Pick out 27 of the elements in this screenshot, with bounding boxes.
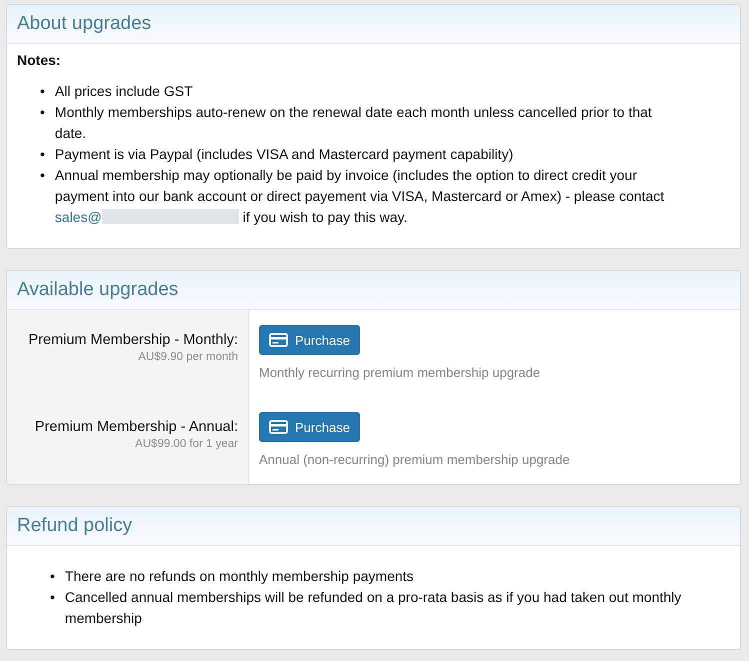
list-item-text: There are no refunds on monthly membership payments <box>64 567 414 586</box>
bullet: • <box>40 82 45 101</box>
credit-card-icon <box>269 420 288 434</box>
purchase-button[interactable]: Purchase <box>259 325 360 355</box>
upgrade-description: Monthly recurring premium membership upgrade <box>259 365 542 380</box>
panel-title: Available upgrades <box>17 279 178 301</box>
bullet: • <box>40 166 45 185</box>
upgrade-description: Annual (non-recurring) premium membership upgrade <box>259 452 571 467</box>
list-item-text: Monthly memberships auto-renew on the renewal date each month unless cancelled prior to that date. <box>54 103 653 143</box>
email-link[interactable]: sales@ <box>54 209 102 225</box>
membership-name: Premium Membership - Annual: <box>34 419 238 435</box>
purchase-button[interactable]: Purchase <box>259 412 360 442</box>
panel-title: Refund policy <box>17 515 132 537</box>
list-item-text: Annual membership may optionally be paid by invoice (includes the option to direct credit your payment into our bank account or direct payement via VISA, Mastercard or Amex) - please contact sales@ if you wish to pay this way. <box>54 166 666 227</box>
credit-card-icon <box>269 333 288 347</box>
list-item-text: Payment is via Paypal (includes VISA and Mastercard payment capability) <box>54 145 514 164</box>
membership-name: Premium Membership - Monthly: <box>28 332 238 348</box>
price-text: AU$99.00 for 1 year <box>135 438 238 450</box>
notes-heading: Notes: <box>17 52 62 68</box>
bullet: • <box>50 588 55 607</box>
bullet: • <box>40 145 45 164</box>
bullet: • <box>50 567 55 586</box>
list-item-text: Cancelled annual memberships will be refunded on a pro-rata basis as if you had taken out monthly membership <box>64 588 682 628</box>
list-item-text: All prices include GST <box>54 82 193 101</box>
price-text: AU$9.90 per month <box>138 351 238 363</box>
panel-title: About upgrades <box>17 13 152 35</box>
bullet: • <box>40 103 45 122</box>
